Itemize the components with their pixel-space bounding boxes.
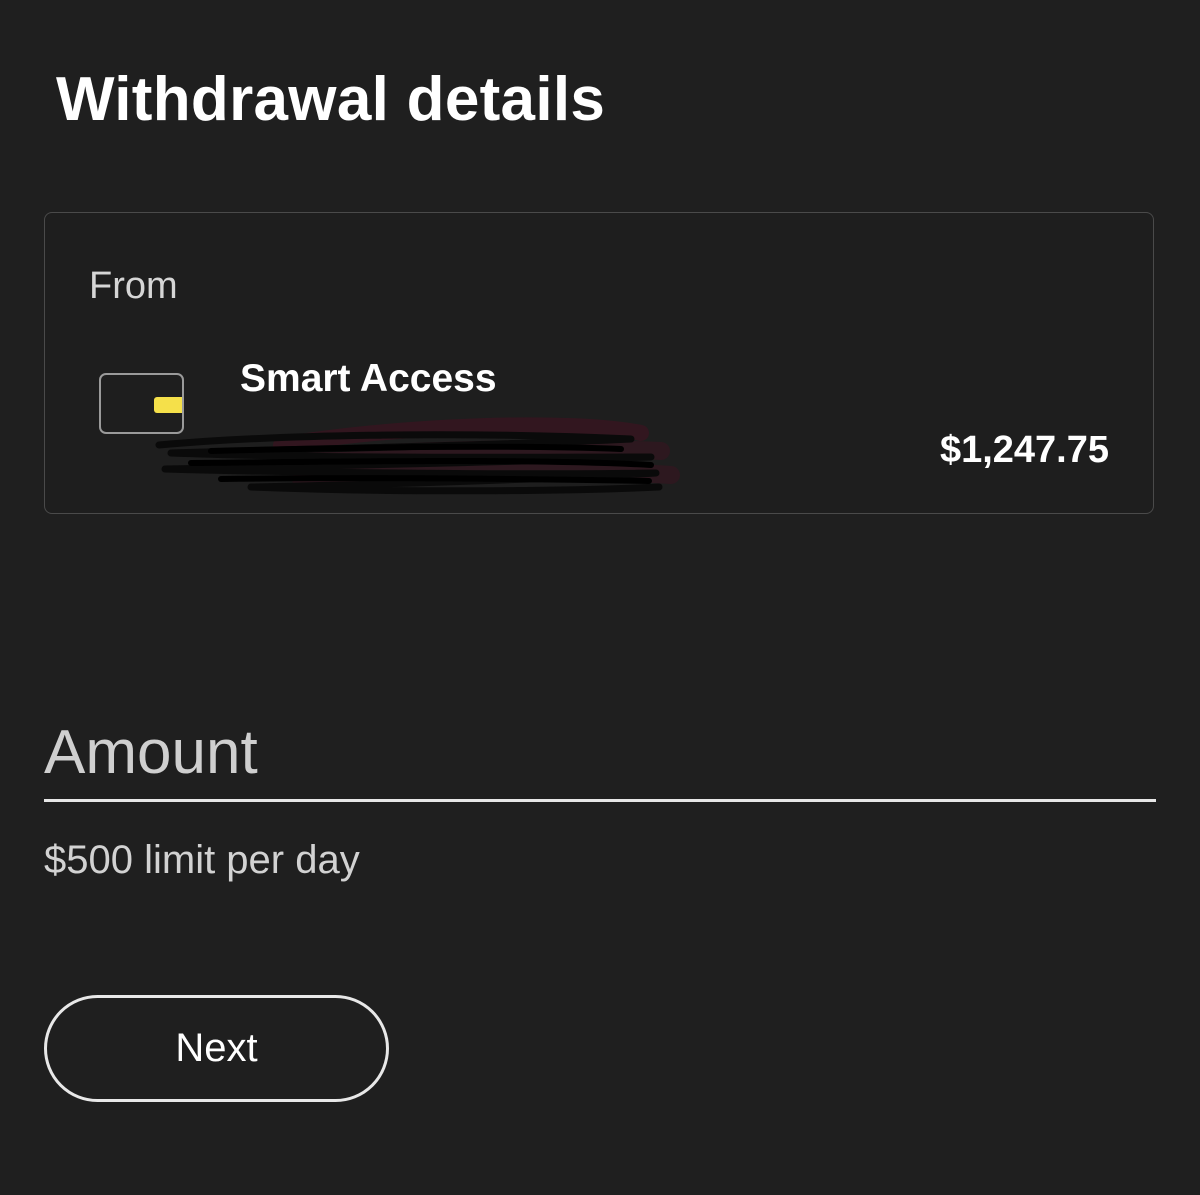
from-label: From — [89, 265, 178, 307]
next-button[interactable]: Next — [44, 995, 389, 1102]
redaction-scribble — [155, 417, 680, 495]
page-title: Withdrawal details — [56, 65, 606, 134]
limit-helper-text: $500 limit per day — [44, 838, 360, 882]
amount-input[interactable] — [44, 706, 1156, 802]
amount-field — [44, 706, 1156, 806]
from-account-card[interactable]: From Smart Access $1,247.75 — [44, 212, 1154, 514]
account-balance: $1,247.75 — [939, 429, 1109, 471]
